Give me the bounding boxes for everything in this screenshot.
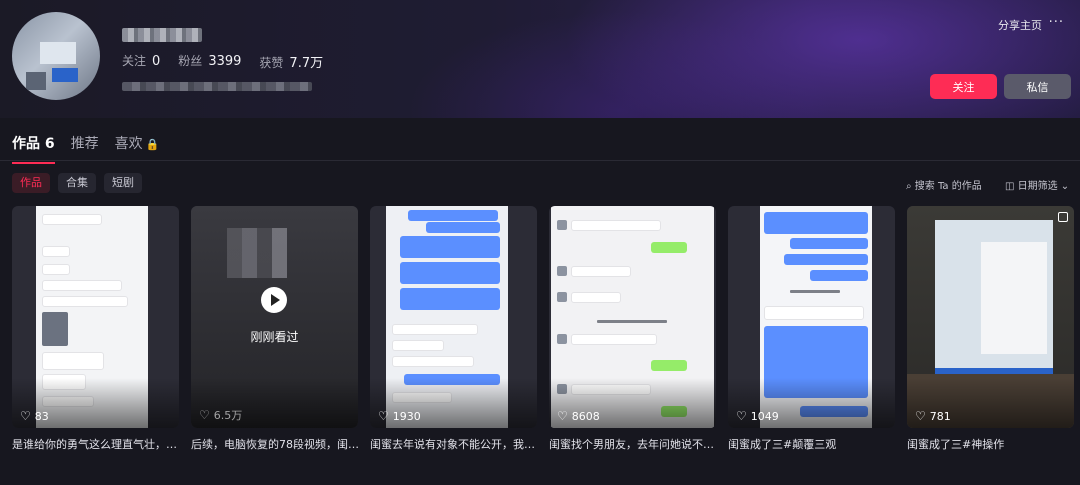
- stat-followers[interactable]: 粉丝 3399: [178, 52, 241, 71]
- video-grid: ♡ 83 是谁给你的勇气这么理直气壮，… 刚刚看过 ♡ 6.5万 后续，电脑恢复的7…: [12, 206, 1074, 452]
- video-likes: ♡ 781: [915, 409, 951, 423]
- nickname-blurred: [122, 28, 202, 42]
- chip-short-dramas[interactable]: 短剧: [104, 173, 142, 193]
- video-likes: ♡ 8608: [557, 409, 600, 423]
- video-thumbnail[interactable]: ♡ 83: [12, 206, 179, 428]
- heart-icon: ♡: [199, 408, 210, 422]
- more-icon[interactable]: ···: [1049, 15, 1064, 30]
- video-caption[interactable]: 闺蜜成了三#神操作: [907, 436, 1074, 452]
- multi-image-icon: [1058, 212, 1068, 222]
- date-filter-button[interactable]: ◫ 日期筛选 ⌄: [1005, 177, 1069, 192]
- tab-liked[interactable]: 喜欢 🔒: [115, 133, 160, 161]
- heart-icon: ♡: [557, 409, 568, 423]
- share-profile-link[interactable]: 分享主页: [998, 17, 1042, 33]
- video-card[interactable]: ♡ 8608 闺蜜找个男朋友，去年问她说不…: [549, 206, 716, 452]
- video-card[interactable]: 刚刚看过 ♡ 6.5万 后续，电脑恢复的78段视频，闺…: [191, 206, 358, 452]
- video-caption[interactable]: 闺蜜去年说有对象不能公开，我…: [370, 436, 537, 452]
- play-icon[interactable]: [261, 287, 287, 313]
- stat-likes: 获赞 7.7万: [259, 56, 324, 71]
- tabs-divider: [0, 160, 1080, 161]
- heart-icon: ♡: [378, 409, 389, 423]
- avatar[interactable]: [12, 12, 100, 100]
- video-likes: ♡ 1930: [378, 409, 421, 423]
- heart-icon: ♡: [915, 409, 926, 423]
- video-likes: ♡ 6.5万: [199, 408, 243, 422]
- video-thumbnail[interactable]: ♡ 781: [907, 206, 1074, 428]
- video-card[interactable]: ♡ 83 是谁给你的勇气这么理直气壮，…: [12, 206, 179, 452]
- stat-following[interactable]: 关注 0: [122, 52, 160, 71]
- video-thumbnail[interactable]: ♡ 8608: [549, 206, 716, 428]
- video-likes: ♡ 83: [20, 409, 49, 423]
- video-thumbnail[interactable]: ♡ 1049: [728, 206, 895, 428]
- profile-tabs: 作品 6 推荐 喜欢 🔒: [12, 133, 160, 164]
- follow-button[interactable]: 关注: [930, 74, 997, 99]
- message-button[interactable]: 私信: [1004, 74, 1071, 99]
- chip-collections[interactable]: 合集: [58, 173, 96, 193]
- watched-label: 刚刚看过: [250, 330, 299, 344]
- tab-recommend[interactable]: 推荐: [71, 133, 99, 161]
- video-card[interactable]: ♡ 1049 闺蜜成了三#颠覆三观: [728, 206, 895, 452]
- filter-chips: 作品 合集 短剧: [12, 173, 142, 193]
- lock-icon: 🔒: [145, 138, 160, 151]
- profile-stats: 关注 0 粉丝 3399 获赞 7.7万: [122, 52, 323, 71]
- video-caption[interactable]: 闺蜜找个男朋友，去年问她说不…: [549, 436, 716, 452]
- video-thumbnail[interactable]: 刚刚看过 ♡ 6.5万: [191, 206, 358, 428]
- heart-icon: ♡: [20, 409, 31, 423]
- video-likes: ♡ 1049: [736, 409, 779, 423]
- heart-icon: ♡: [736, 409, 747, 423]
- video-card[interactable]: ♡ 1930 闺蜜去年说有对象不能公开，我…: [370, 206, 537, 452]
- video-thumbnail[interactable]: ♡ 1930: [370, 206, 537, 428]
- video-caption[interactable]: 闺蜜成了三#颠覆三观: [728, 436, 895, 452]
- tab-works[interactable]: 作品 6: [12, 133, 55, 164]
- video-caption[interactable]: 是谁给你的勇气这么理直气壮，…: [12, 436, 179, 452]
- search-works-button[interactable]: ⌕ 搜索 Ta 的作品: [906, 177, 982, 192]
- video-card[interactable]: ♡ 781 闺蜜成了三#神操作: [907, 206, 1074, 452]
- chip-works[interactable]: 作品: [12, 173, 50, 193]
- bio-blurred: [122, 82, 312, 91]
- video-caption[interactable]: 后续，电脑恢复的78段视频，闺…: [191, 436, 358, 452]
